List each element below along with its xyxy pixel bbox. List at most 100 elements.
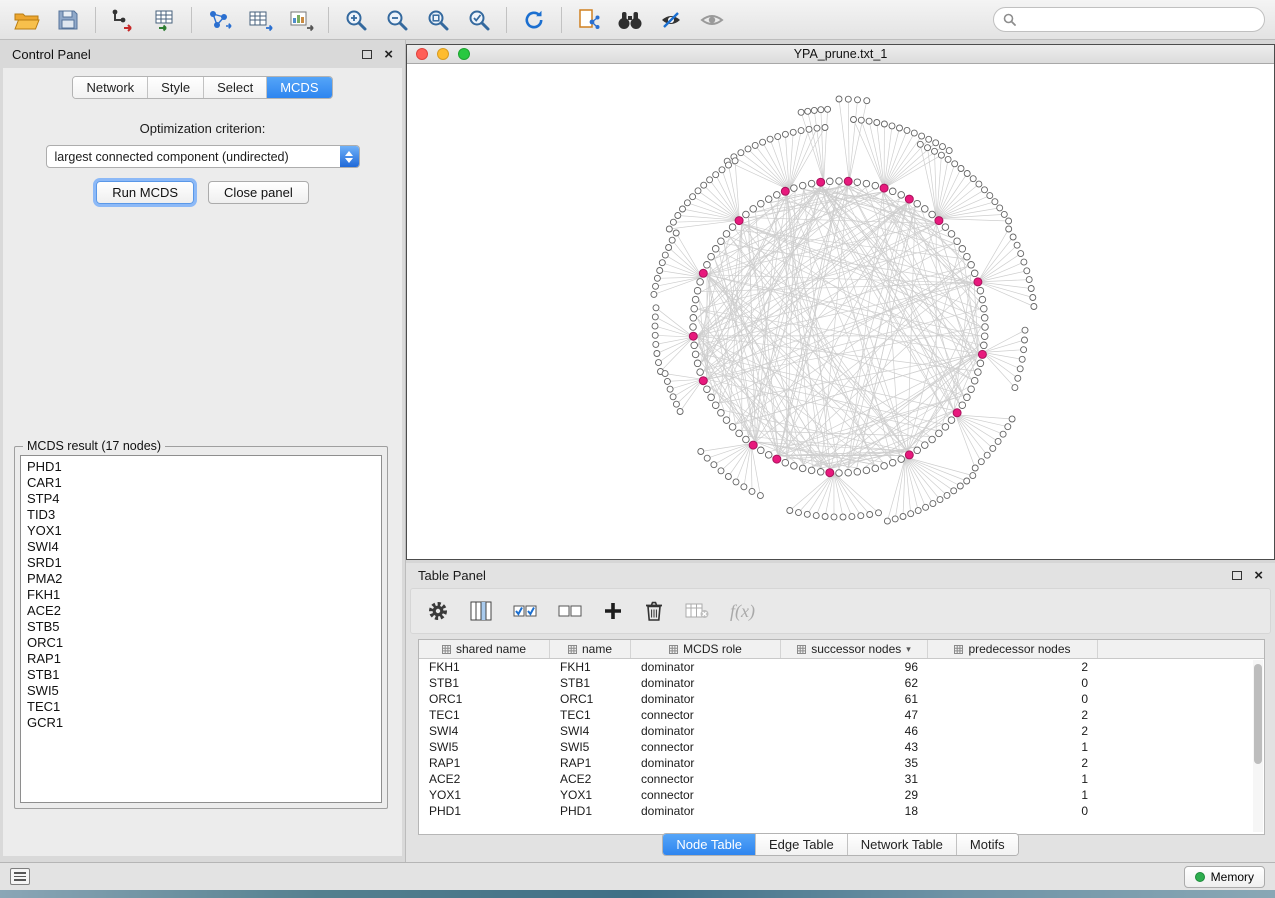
mcds-result-list[interactable]: PHD1CAR1STP4TID3YOX1SWI4SRD1PMA2FKH1ACE2… bbox=[20, 455, 382, 803]
table-close-panel-icon[interactable]: × bbox=[1254, 568, 1263, 583]
table-row[interactable]: TEC1TEC1connector472 bbox=[419, 707, 1264, 723]
table-row[interactable]: ACE2ACE2connector311 bbox=[419, 771, 1264, 787]
column-header-name[interactable]: name bbox=[550, 640, 631, 658]
memory-button[interactable]: Memory bbox=[1184, 866, 1265, 888]
table-row[interactable]: PHD1PHD1dominator180 bbox=[419, 803, 1264, 819]
unchecked-boxes-icon bbox=[558, 601, 582, 621]
mcds-result-item[interactable]: GCR1 bbox=[27, 715, 381, 731]
hide-details-button[interactable] bbox=[695, 4, 729, 36]
clone-network-button[interactable] bbox=[572, 4, 606, 36]
table-row[interactable]: STB1STB1dominator620 bbox=[419, 675, 1264, 691]
network-window-titlebar[interactable]: YPA_prune.txt_1 bbox=[407, 45, 1274, 64]
save-icon bbox=[57, 9, 79, 31]
mcds-result-item[interactable]: ACE2 bbox=[27, 603, 381, 619]
table-cell: ORC1 bbox=[419, 691, 550, 707]
import-table-button[interactable] bbox=[147, 4, 181, 36]
table-cell: 35 bbox=[781, 755, 928, 771]
table-row[interactable]: FKH1FKH1dominator962 bbox=[419, 659, 1264, 675]
mcds-result-item[interactable]: ORC1 bbox=[27, 635, 381, 651]
delete-column-button[interactable] bbox=[644, 596, 664, 626]
tab-edge-table[interactable]: Edge Table bbox=[756, 834, 848, 855]
network-graph[interactable] bbox=[407, 64, 1274, 559]
tab-network[interactable]: Network bbox=[73, 77, 148, 98]
save-session-button[interactable] bbox=[51, 4, 85, 36]
run-mcds-button[interactable]: Run MCDS bbox=[96, 181, 194, 204]
table-settings-button[interactable] bbox=[427, 596, 449, 626]
show-details-button[interactable] bbox=[654, 4, 688, 36]
table-cell: 62 bbox=[781, 675, 928, 691]
criterion-selected-value: largest connected component (undirected) bbox=[47, 150, 340, 164]
mcds-result-item[interactable]: PHD1 bbox=[27, 459, 381, 475]
table-cell: 61 bbox=[781, 691, 928, 707]
mcds-result-item[interactable]: SWI4 bbox=[27, 539, 381, 555]
mcds-result-item[interactable]: STB5 bbox=[27, 619, 381, 635]
table-cell: 1 bbox=[928, 787, 1098, 803]
table-cell: 18 bbox=[781, 803, 928, 819]
mcds-result-item[interactable]: CAR1 bbox=[27, 475, 381, 491]
search-box[interactable] bbox=[993, 7, 1265, 32]
mcds-result-item[interactable]: TID3 bbox=[27, 507, 381, 523]
float-window-icon[interactable] bbox=[362, 50, 372, 59]
table-cell: connector bbox=[631, 771, 781, 787]
mcds-result-item[interactable]: RAP1 bbox=[27, 651, 381, 667]
table-row[interactable]: SWI4SWI4dominator462 bbox=[419, 723, 1264, 739]
tab-style[interactable]: Style bbox=[148, 77, 204, 98]
table-scrollbar[interactable] bbox=[1253, 660, 1263, 832]
mcds-result-item[interactable]: TEC1 bbox=[27, 699, 381, 715]
search-input[interactable] bbox=[1022, 13, 1255, 27]
table-cell: 1 bbox=[928, 771, 1098, 787]
mcds-result-item[interactable]: FKH1 bbox=[27, 587, 381, 603]
tab-mcds[interactable]: MCDS bbox=[267, 77, 331, 98]
column-header-shared-name[interactable]: shared name bbox=[419, 640, 550, 658]
mcds-result-item[interactable]: PMA2 bbox=[27, 571, 381, 587]
select-all-columns-button[interactable] bbox=[513, 596, 537, 626]
zoom-selected-button[interactable] bbox=[462, 4, 496, 36]
mcds-result-item[interactable]: SRD1 bbox=[27, 555, 381, 571]
column-header-predecessor-nodes[interactable]: predecessor nodes bbox=[928, 640, 1098, 658]
close-panel-button[interactable]: Close panel bbox=[208, 181, 309, 204]
mcds-result-item[interactable]: STB1 bbox=[27, 667, 381, 683]
mcds-result-item[interactable]: SWI5 bbox=[27, 683, 381, 699]
delete-table-button-disabled[interactable] bbox=[685, 596, 709, 626]
export-network-button[interactable] bbox=[202, 4, 236, 36]
zoom-in-button[interactable] bbox=[339, 4, 373, 36]
tab-node-table[interactable]: Node Table bbox=[663, 834, 756, 855]
refresh-view-button[interactable] bbox=[517, 4, 551, 36]
table-row[interactable]: ORC1ORC1dominator610 bbox=[419, 691, 1264, 707]
table-cell: connector bbox=[631, 707, 781, 723]
table-float-window-icon[interactable] bbox=[1232, 571, 1242, 580]
function-builder-button[interactable]: f(x) bbox=[730, 596, 755, 626]
tab-network-table[interactable]: Network Table bbox=[848, 834, 957, 855]
create-column-button[interactable] bbox=[603, 596, 623, 626]
network-view-canvas[interactable] bbox=[407, 64, 1274, 559]
zoom-out-button[interactable] bbox=[380, 4, 414, 36]
open-file-button[interactable] bbox=[10, 4, 44, 36]
column-header-mcds-role[interactable]: MCDS role bbox=[631, 640, 781, 658]
column-header-successor-nodes[interactable]: successor nodes ▾ bbox=[781, 640, 928, 658]
export-image-button[interactable] bbox=[284, 4, 318, 36]
zoom-in-icon bbox=[344, 8, 368, 32]
table-cell: dominator bbox=[631, 691, 781, 707]
find-button[interactable] bbox=[613, 4, 647, 36]
unselect-all-columns-button[interactable] bbox=[558, 596, 582, 626]
table-row[interactable]: YOX1YOX1connector291 bbox=[419, 787, 1264, 803]
show-columns-button[interactable] bbox=[470, 596, 492, 626]
table-row[interactable]: RAP1RAP1dominator352 bbox=[419, 755, 1264, 771]
zoom-fit-button[interactable] bbox=[421, 4, 455, 36]
eye-icon bbox=[699, 8, 725, 32]
task-history-icon[interactable] bbox=[10, 868, 30, 885]
export-table-button[interactable] bbox=[243, 4, 277, 36]
table-cell: dominator bbox=[631, 803, 781, 819]
tab-motifs[interactable]: Motifs bbox=[957, 834, 1018, 855]
scrollbar-thumb[interactable] bbox=[1254, 664, 1262, 764]
table-panel-title: Table Panel bbox=[418, 568, 486, 583]
import-network-button[interactable] bbox=[106, 4, 140, 36]
tab-select[interactable]: Select bbox=[204, 77, 267, 98]
table-row[interactable]: SWI5SWI5connector431 bbox=[419, 739, 1264, 755]
mcds-result-item[interactable]: YOX1 bbox=[27, 523, 381, 539]
mcds-result-item[interactable]: STP4 bbox=[27, 491, 381, 507]
columns-icon bbox=[470, 601, 492, 621]
close-panel-icon[interactable]: × bbox=[384, 47, 393, 62]
network-window-title: YPA_prune.txt_1 bbox=[407, 47, 1274, 61]
criterion-dropdown[interactable]: largest connected component (undirected) bbox=[46, 145, 360, 168]
